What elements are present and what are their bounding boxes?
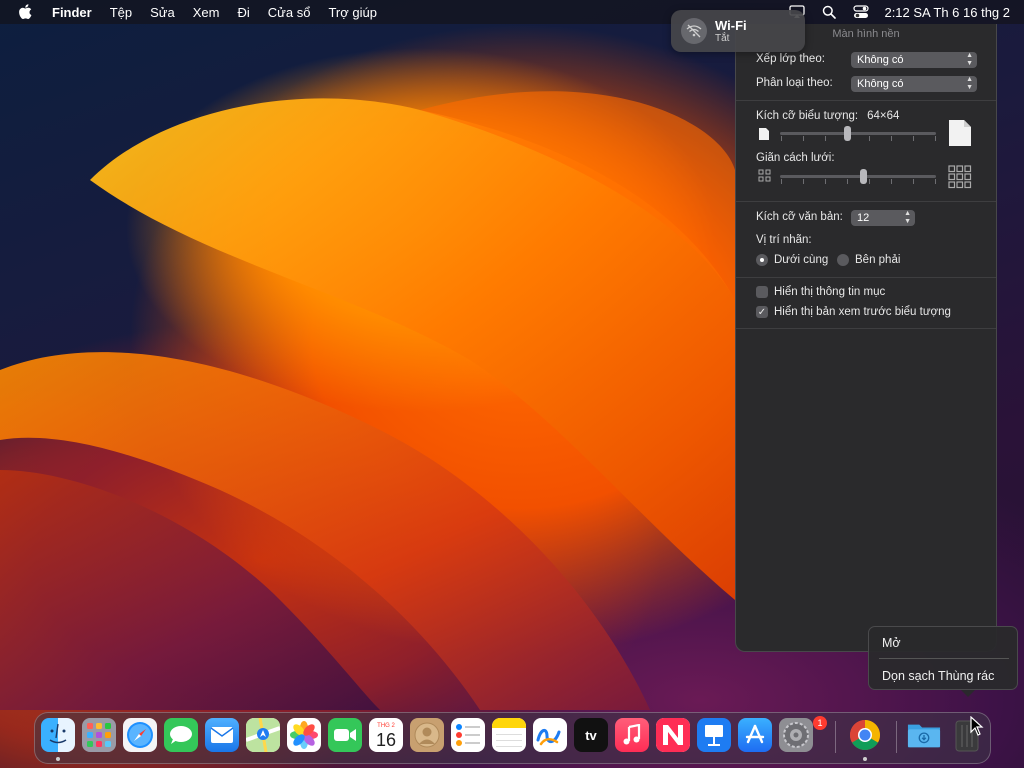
label-position-row: Vị trí nhãn:: [756, 234, 812, 246]
control-center-icon[interactable]: [852, 3, 870, 21]
safari-icon[interactable]: [123, 718, 157, 752]
downloads-folder-icon[interactable]: [907, 718, 941, 752]
launchpad-icon[interactable]: [82, 718, 116, 752]
mouse-pointer-icon: [970, 715, 984, 741]
sort-by-value: Không có: [857, 78, 904, 90]
grid-spacing-label: Giãn cách lưới:: [756, 152, 835, 164]
show-icon-preview-label: Hiển thị bản xem trước biểu tượng: [774, 306, 951, 318]
news-icon[interactable]: [656, 718, 690, 752]
icon-size-slider-knob[interactable]: [844, 126, 851, 141]
wifi-off-icon: [681, 18, 707, 44]
radio-button[interactable]: [837, 254, 849, 266]
radio-button-selected[interactable]: [756, 254, 768, 266]
stack-by-popup[interactable]: Không có ▲ ▼: [851, 52, 977, 68]
divider: [736, 100, 996, 101]
radio-label-bottom-text: Dưới cùng: [774, 254, 829, 266]
menu-divider: [879, 658, 1009, 659]
wifi-title: Wi-Fi: [715, 17, 747, 33]
menu-go[interactable]: Đi: [237, 5, 249, 20]
show-icon-preview-row[interactable]: ✓ Hiển thị bản xem trước biểu tượng: [756, 306, 951, 318]
divider: [736, 328, 996, 329]
popup-arrows-icon: ▲ ▼: [966, 52, 973, 67]
tv-logo-text: tv: [585, 728, 597, 743]
small-grid-icon: [758, 169, 771, 185]
maps-icon[interactable]: [246, 718, 280, 752]
grid-spacing-row: Giãn cách lưới:: [756, 152, 835, 164]
menu-item-empty-trash[interactable]: Dọn sạch Thùng rác: [882, 669, 994, 683]
large-document-icon: [948, 119, 972, 150]
dock-separator: [835, 721, 836, 753]
menu-view[interactable]: Xem: [193, 5, 220, 20]
running-indicator: [863, 757, 867, 761]
sort-by-label: Phân loại theo:: [756, 77, 833, 89]
wifi-status: Tắt: [715, 32, 730, 44]
sort-by-row: Phân loại theo:: [756, 77, 833, 89]
icon-size-label: Kích cỡ biểu tượng:: [756, 110, 859, 122]
dock: THG 2 16 tv 1: [34, 712, 991, 764]
grid-spacing-slider-knob[interactable]: [860, 169, 867, 184]
radio-label-right-text: Bên phải: [855, 254, 901, 266]
show-icon-preview-checkbox[interactable]: ✓: [756, 306, 768, 318]
contacts-icon[interactable]: [410, 718, 444, 752]
show-item-info-checkbox[interactable]: [756, 286, 768, 298]
icon-size-row: Kích cỡ biểu tượng: 64×64: [756, 110, 899, 122]
calendar-icon[interactable]: THG 2 16: [369, 718, 403, 752]
divider: [736, 201, 996, 202]
menu-app-finder[interactable]: Finder: [52, 5, 92, 20]
popup-arrows-icon: ▲ ▼: [966, 76, 973, 91]
settings-notification-badge: 1: [813, 716, 827, 730]
system-settings-icon[interactable]: [779, 718, 813, 752]
chrome-icon[interactable]: [848, 718, 882, 752]
running-indicator: [56, 757, 60, 761]
photos-icon[interactable]: [287, 718, 321, 752]
menu-bar: Finder Tệp Sửa Xem Đi Cửa sổ Trợ giúp 2:…: [0, 0, 1024, 24]
small-document-icon: [758, 127, 770, 144]
menu-pointer: [961, 690, 975, 697]
app-store-icon[interactable]: [738, 718, 772, 752]
radio-label-right[interactable]: Bên phải: [837, 254, 900, 266]
divider: [736, 277, 996, 278]
menu-window[interactable]: Cửa sổ: [268, 5, 311, 20]
messages-icon[interactable]: [164, 718, 198, 752]
menubar-clock[interactable]: 2:12 SA Th 6 16 thg 2: [884, 5, 1010, 20]
text-size-value: 12: [857, 212, 870, 224]
facetime-icon[interactable]: [328, 718, 362, 752]
stack-by-label: Xếp lớp theo:: [756, 53, 825, 65]
finder-icon[interactable]: [41, 718, 75, 752]
notes-icon[interactable]: [492, 718, 526, 752]
menu-file[interactable]: Tệp: [110, 5, 132, 20]
icon-size-value: 64×64: [867, 110, 900, 122]
menu-item-open[interactable]: Mở: [882, 636, 901, 650]
text-size-row: Kích cỡ văn bản:: [756, 211, 843, 223]
tv-label: tv: [585, 727, 597, 743]
sort-by-popup[interactable]: Không có ▲ ▼: [851, 76, 977, 92]
show-item-info-row[interactable]: Hiển thị thông tin mục: [756, 286, 885, 298]
menu-edit[interactable]: Sửa: [150, 5, 175, 20]
stack-by-row: Xếp lớp theo:: [756, 53, 825, 65]
apple-tv-icon[interactable]: tv: [574, 718, 608, 752]
text-size-popup[interactable]: 12 ▲ ▼: [851, 210, 915, 226]
calendar-month: THG 2: [377, 723, 395, 729]
show-item-info-label: Hiển thị thông tin mục: [774, 286, 886, 298]
popup-arrows-icon: ▲ ▼: [904, 210, 911, 225]
trash-context-menu: Mở Dọn sạch Thùng rác: [868, 626, 1018, 697]
radio-label-bottom[interactable]: Dưới cùng: [756, 254, 828, 266]
stack-by-value: Không có: [857, 54, 904, 66]
keynote-icon[interactable]: [697, 718, 731, 752]
apple-menu-icon[interactable]: [18, 0, 36, 24]
mail-icon[interactable]: [205, 718, 239, 752]
music-icon[interactable]: [615, 718, 649, 752]
wifi-status-hud: Wi-Fi Tắt: [671, 10, 805, 52]
reminders-icon[interactable]: [451, 718, 485, 752]
dock-separator: [896, 721, 897, 753]
calendar-day: 16: [375, 730, 397, 750]
large-grid-icon: [948, 165, 972, 192]
spotlight-search-icon[interactable]: [820, 3, 838, 21]
text-size-label: Kích cỡ văn bản:: [756, 211, 843, 223]
desktop-view-options-panel: Màn hình nền Xếp lớp theo: Không có ▲ ▼ P…: [735, 24, 997, 652]
label-position-label: Vị trí nhãn:: [756, 234, 812, 246]
menu-help[interactable]: Trợ giúp: [328, 5, 377, 20]
freeform-icon[interactable]: [533, 718, 567, 752]
